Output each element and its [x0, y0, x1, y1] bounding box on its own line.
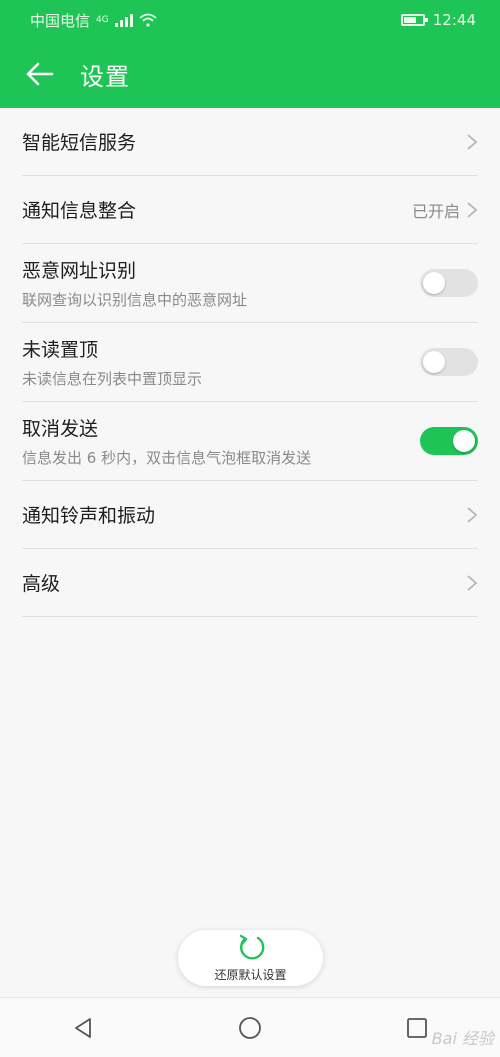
nav-back-icon	[75, 1017, 92, 1038]
battery-icon	[400, 14, 428, 26]
nav-home-icon	[239, 1016, 261, 1039]
setting-subtitle: 联网查询以识别信息中的恶意网址	[22, 291, 248, 309]
row-text: 恶意网址识别 联网查询以识别信息中的恶意网址	[22, 256, 247, 310]
carrier-name: 中国电信	[30, 11, 91, 30]
nav-back-button[interactable]	[53, 998, 113, 1057]
watermark: Bai 经验	[431, 1029, 494, 1048]
setting-ringtone-vibration[interactable]: 通知铃声和振动	[22, 481, 478, 549]
chevron-right-icon	[467, 133, 478, 150]
reset-label: 还原默认设置	[214, 967, 287, 982]
malicious-url-toggle[interactable]	[420, 269, 478, 297]
reset-defaults-button[interactable]: 还原默认设置	[178, 930, 323, 986]
setting-title: 通知信息整合	[22, 200, 137, 222]
toggle-knob	[423, 351, 445, 373]
chevron-right-icon	[467, 506, 478, 523]
arrow-left-icon	[26, 62, 54, 86]
row-text: 未读置顶 未读信息在列表中置顶显示	[22, 335, 202, 389]
top-bar: 中国电信 4G 12:44 设置	[0, 0, 500, 108]
setting-subtitle: 信息发出 6 秒内，双击信息气泡框取消发送	[22, 449, 312, 467]
setting-title: 恶意网址识别	[22, 260, 137, 282]
status-left: 中国电信 4G	[30, 10, 157, 31]
row-right	[466, 574, 478, 592]
chevron-right-icon	[467, 201, 478, 218]
row-right: 已开启	[412, 198, 478, 222]
status-right: 12:44	[400, 11, 476, 29]
nav-recent-icon	[406, 1017, 427, 1038]
wifi-icon	[139, 13, 157, 27]
setting-title: 取消发送	[22, 418, 99, 440]
setting-title: 未读置顶	[22, 339, 99, 361]
title-bar: 设置	[0, 40, 500, 108]
row-text: 高级	[22, 569, 60, 596]
page-title: 设置	[80, 62, 130, 91]
settings-list: 智能短信服务 通知信息整合 已开启 恶意网址识别 联网查询以识别信息中的恶意网址…	[0, 108, 500, 617]
toggle-knob	[453, 430, 475, 452]
nav-home-button[interactable]	[220, 998, 280, 1057]
setting-title: 高级	[22, 573, 61, 595]
setting-subtitle: 未读信息在列表中置顶显示	[22, 370, 203, 388]
row-right	[466, 133, 478, 151]
setting-smart-sms[interactable]: 智能短信服务	[22, 108, 478, 176]
setting-cancel-send: 取消发送 信息发出 6 秒内，双击信息气泡框取消发送	[22, 402, 478, 481]
setting-notification-merge[interactable]: 通知信息整合 已开启	[22, 176, 478, 244]
signal-icon	[114, 13, 133, 27]
clock: 12:44	[432, 11, 476, 29]
toggle-knob	[423, 272, 445, 294]
status-bar: 中国电信 4G 12:44	[0, 0, 500, 40]
setting-advanced[interactable]: 高级	[22, 549, 478, 617]
row-right	[466, 506, 478, 524]
chevron-right-icon	[467, 574, 478, 591]
setting-title: 智能短信服务	[22, 132, 137, 154]
setting-unread-top: 未读置顶 未读信息在列表中置顶显示	[22, 323, 478, 402]
row-text: 通知信息整合	[22, 196, 136, 223]
network-badge: 4G	[96, 15, 109, 25]
cancel-send-toggle[interactable]	[420, 427, 478, 455]
row-text: 通知铃声和振动	[22, 501, 155, 528]
refresh-icon	[239, 934, 264, 960]
row-text: 取消发送 信息发出 6 秒内，双击信息气泡框取消发送	[22, 414, 311, 468]
unread-top-toggle[interactable]	[420, 348, 478, 376]
navigation-bar: Bai 经验	[0, 997, 500, 1057]
setting-title: 通知铃声和振动	[22, 505, 156, 527]
setting-malicious-url: 恶意网址识别 联网查询以识别信息中的恶意网址	[22, 244, 478, 323]
setting-value: 已开启	[411, 201, 460, 221]
back-button[interactable]	[0, 40, 80, 108]
row-text: 智能短信服务	[22, 128, 136, 155]
